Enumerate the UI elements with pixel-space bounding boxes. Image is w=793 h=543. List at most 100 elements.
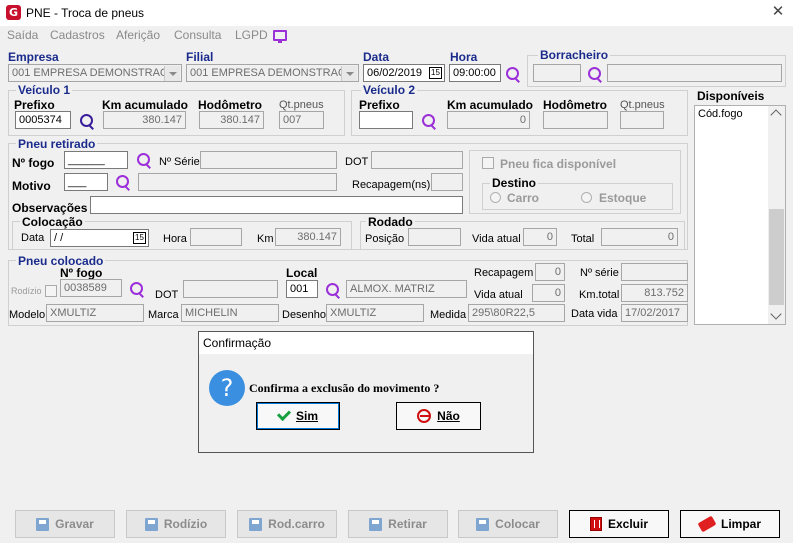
v2-qt-input[interactable]	[620, 111, 664, 129]
v2-prefixo-input[interactable]	[359, 111, 413, 129]
pc-nfogo-input[interactable]: 0038589	[60, 279, 122, 297]
pc-rodizio-checkbox[interactable]	[45, 285, 57, 297]
pc-kmtotal-input[interactable]: 813.752	[621, 284, 688, 302]
hora-input[interactable]: 09:00:00	[449, 64, 501, 82]
pc-marca-label: Marca	[148, 309, 179, 321]
search-icon[interactable]	[115, 174, 131, 190]
search-icon[interactable]	[587, 66, 603, 82]
close-icon[interactable]: ✕	[770, 3, 786, 21]
destino-carro-radio[interactable]	[490, 192, 501, 203]
menu-consulta[interactable]: Consulta	[174, 28, 221, 42]
limpar-button[interactable]: Limpar	[680, 510, 780, 538]
pr-recapagem-input[interactable]	[431, 173, 463, 191]
v1-prefixo-input[interactable]: 0005374	[15, 111, 71, 129]
menu-bar: Saída Cadastros Aferição Consulta LGPD	[0, 26, 793, 46]
veiculo1-title: Veículo 1	[16, 83, 73, 97]
search-icon[interactable]	[129, 281, 145, 297]
filial-value: 001 EMPRESA DEMONSTRAC	[190, 67, 346, 79]
rodado-posicao-input[interactable]	[408, 228, 461, 246]
scroll-down-icon[interactable]	[770, 308, 782, 320]
rodado-vida-input[interactable]: 0	[523, 228, 557, 246]
pr-recapagem-label: Recapagem(ns)	[352, 179, 431, 191]
destino-carro-label: Carro	[507, 191, 540, 205]
nao-button[interactable]: Não	[396, 402, 481, 430]
search-icon[interactable]	[421, 113, 437, 129]
v1-qt-label: Qt.pneus	[279, 99, 324, 111]
hora-label: Hora	[450, 50, 478, 64]
destino-estoque-label: Estoque	[599, 191, 647, 205]
scrollbar-thumb[interactable]	[769, 209, 784, 305]
rodizio-button[interactable]: Rodízio	[126, 510, 226, 538]
app-logo-icon: G	[6, 5, 21, 20]
pc-desenho-input[interactable]: XMULTIZ	[326, 304, 424, 322]
pc-dot-input[interactable]	[183, 280, 278, 298]
dialog-title: Confirmação	[199, 332, 533, 354]
rodado-total-input[interactable]: 0	[601, 228, 678, 246]
question-icon: ?	[209, 370, 245, 406]
pc-desenho-label: Desenho	[282, 309, 327, 321]
gravar-button[interactable]: Gravar	[15, 510, 115, 538]
destino-title: Destino	[490, 176, 539, 190]
destino-estoque-radio[interactable]	[581, 192, 592, 203]
menu-cadastros[interactable]: Cadastros	[50, 28, 105, 42]
v1-qt-input[interactable]: 007	[279, 111, 324, 129]
retirar-button[interactable]: Retirar	[348, 510, 448, 538]
v1-km-label: Km acumulado	[102, 98, 189, 112]
col-data-label: Data	[21, 232, 45, 244]
scroll-up-icon[interactable]	[770, 109, 782, 121]
pc-local-code-input[interactable]: 001	[286, 280, 318, 298]
search-icon[interactable]	[325, 282, 341, 298]
v2-km-input[interactable]: 0	[447, 111, 530, 129]
search-icon[interactable]	[79, 113, 95, 129]
list-item[interactable]: Cód.fogo	[698, 108, 743, 120]
v2-hodometro-input[interactable]	[543, 111, 608, 129]
pc-vida-input[interactable]: 0	[532, 284, 565, 302]
pc-nserie-input[interactable]	[621, 263, 688, 281]
pc-marca-input[interactable]: MICHELIN	[181, 304, 279, 322]
pc-medida-input[interactable]: 295\80R22,5	[468, 304, 565, 322]
monitor-icon[interactable]	[273, 30, 287, 43]
menu-saida[interactable]: Saída	[7, 28, 38, 42]
filial-select[interactable]: 001 EMPRESA DEMONSTRAC	[186, 64, 359, 82]
excluir-button[interactable]: Excluir	[569, 510, 669, 538]
pc-recapagem-input[interactable]: 0	[535, 263, 565, 281]
rodcarro-button[interactable]: Rod.carro	[237, 510, 337, 538]
pr-motivo-input[interactable]: ___	[64, 173, 108, 191]
pc-modelo-input[interactable]: XMULTIZ	[46, 304, 144, 322]
borracheiro-label: Borracheiro	[538, 48, 611, 62]
calendar-icon[interactable]: 15	[133, 232, 146, 244]
pr-nserie-input[interactable]	[200, 151, 337, 169]
sim-button[interactable]: Sim	[256, 402, 340, 430]
search-icon[interactable]	[505, 66, 521, 82]
col-hora-input[interactable]	[190, 228, 242, 246]
menu-lgpd[interactable]: LGPD	[235, 28, 268, 42]
empresa-select[interactable]: 001 EMPRESA DEMONSTRAC	[8, 64, 182, 82]
calendar-icon[interactable]: 15	[429, 67, 442, 79]
limpar-label: Limpar	[720, 517, 761, 531]
retirar-label: Retirar	[388, 517, 427, 531]
scrollbar[interactable]	[768, 106, 785, 324]
colocar-button[interactable]: Colocar	[458, 510, 558, 538]
pr-dot-input[interactable]	[371, 151, 463, 169]
pr-dot-label: DOT	[345, 156, 369, 168]
borracheiro-name-input[interactable]	[607, 64, 782, 82]
menu-afericao[interactable]: Aferição	[116, 28, 160, 42]
pc-datavida-input[interactable]: 17/02/2017	[621, 304, 688, 322]
pc-local-name-input[interactable]: ALMOX. MATRIZ	[346, 280, 467, 298]
v1-hodometro-input[interactable]: 380.147	[199, 111, 264, 129]
borracheiro-code-input[interactable]	[533, 64, 581, 82]
v1-km-input[interactable]: 380.147	[103, 111, 186, 129]
pr-motivo-desc-input[interactable]	[138, 173, 337, 191]
disponiveis-list[interactable]: Cód.fogo	[694, 105, 786, 325]
data-input[interactable]: 06/02/2019 15	[363, 64, 445, 82]
pc-nserie-label: Nº série	[580, 267, 619, 279]
search-icon[interactable]	[136, 152, 152, 168]
rodado-title: Rodado	[366, 215, 415, 229]
col-km-input[interactable]: 380.147	[275, 228, 341, 246]
pneu-disponivel-checkbox[interactable]	[482, 157, 494, 169]
pr-nfogo-input[interactable]: ______	[64, 151, 128, 169]
pr-nfogo-label: Nº fogo	[12, 156, 55, 170]
pr-obs-input[interactable]	[90, 196, 463, 214]
col-data-input[interactable]: / / 15	[50, 229, 149, 247]
chevron-down-icon	[164, 66, 180, 81]
